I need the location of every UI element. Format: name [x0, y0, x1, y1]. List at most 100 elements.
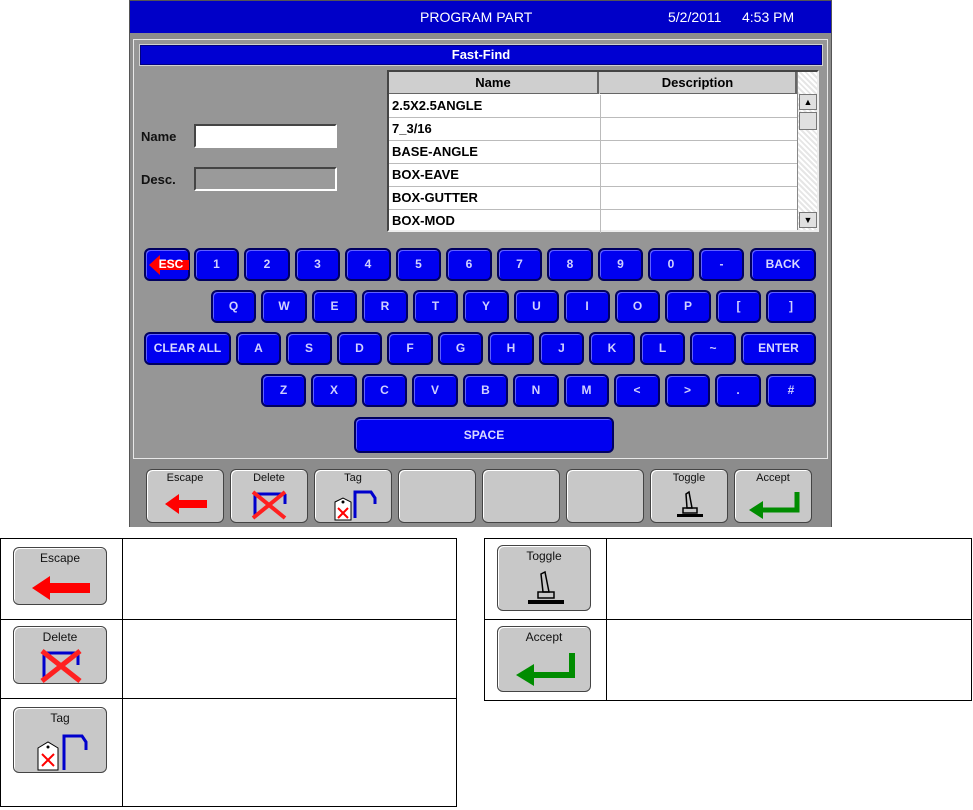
table-row[interactable]: 2.5X2.5ANGLE	[389, 95, 797, 118]
key-b[interactable]: B	[463, 374, 508, 407]
key-v[interactable]: V	[412, 374, 458, 407]
key-r[interactable]: R	[362, 290, 408, 323]
enter-key[interactable]: ENTER	[741, 332, 816, 365]
key-left-bracket[interactable]: [	[716, 290, 761, 323]
key-x[interactable]: X	[311, 374, 357, 407]
toggle-lever-icon	[528, 570, 564, 604]
key-s[interactable]: S	[286, 332, 332, 365]
key-9[interactable]: 9	[598, 248, 643, 281]
key-j[interactable]: J	[539, 332, 584, 365]
program-part-screen: PROGRAM PART 5/2/2011 4:53 PM Fast-Find …	[129, 0, 832, 527]
key-l[interactable]: L	[640, 332, 685, 365]
key-3[interactable]: 3	[295, 248, 340, 281]
table-row[interactable]: BOX-EAVE	[389, 164, 797, 187]
legend-tag-button: Tag	[13, 707, 107, 773]
legend-desc-cell-toggle	[606, 538, 972, 620]
key-e[interactable]: E	[312, 290, 357, 323]
clear-all-key[interactable]: CLEAR ALL	[144, 332, 231, 365]
key-minus[interactable]: -	[699, 248, 744, 281]
key-hash[interactable]: #	[766, 374, 816, 407]
legend-delete-button: Delete	[13, 626, 107, 684]
key-z[interactable]: Z	[261, 374, 306, 407]
legend-accept-label: Accept	[525, 630, 563, 644]
cell-name: 2.5X2.5ANGLE	[392, 98, 483, 113]
key-n[interactable]: N	[513, 374, 559, 407]
name-input[interactable]	[194, 124, 337, 148]
toggle-button[interactable]: Toggle	[650, 469, 728, 523]
key-1[interactable]: 1	[194, 248, 239, 281]
enter-arrow-icon	[749, 492, 800, 519]
key-greater-than[interactable]: >	[665, 374, 710, 407]
key-h[interactable]: H	[488, 332, 534, 365]
key-p[interactable]: P	[665, 290, 711, 323]
esc-key[interactable]: ESC	[144, 248, 190, 281]
key-w[interactable]: W	[261, 290, 307, 323]
fast-find-title: Fast-Find	[139, 44, 823, 66]
key-tilde[interactable]: ~	[690, 332, 736, 365]
key-0[interactable]: 0	[648, 248, 694, 281]
scroll-down-button[interactable]: ▼	[799, 212, 817, 228]
space-key[interactable]: SPACE	[354, 417, 614, 453]
tag-icon	[37, 734, 88, 771]
table-row[interactable]: BOX-MOD	[389, 210, 797, 233]
desc-field[interactable]	[194, 167, 337, 191]
scroll-thumb[interactable]	[799, 112, 817, 130]
key-less-than[interactable]: <	[614, 374, 660, 407]
key-2[interactable]: 2	[244, 248, 290, 281]
key-i[interactable]: I	[564, 290, 610, 323]
key-u[interactable]: U	[514, 290, 559, 323]
key-8[interactable]: 8	[547, 248, 593, 281]
table-row[interactable]: 7_3/16	[389, 118, 797, 141]
escape-button[interactable]: Escape	[146, 469, 224, 523]
table-row[interactable]: BASE-ANGLE	[389, 141, 797, 164]
key-g[interactable]: G	[438, 332, 483, 365]
key-t[interactable]: T	[413, 290, 458, 323]
key-right-bracket[interactable]: ]	[766, 290, 816, 323]
key-7[interactable]: 7	[497, 248, 542, 281]
legend-desc-cell-tag	[122, 698, 457, 807]
enter-arrow-icon	[516, 653, 575, 686]
legend-desc-cell-delete	[122, 619, 457, 699]
delete-button[interactable]: Delete	[230, 469, 308, 523]
table-header: Name Description	[389, 72, 797, 94]
cell-name: BOX-EAVE	[392, 167, 459, 182]
cell-divider	[600, 118, 601, 141]
key-4[interactable]: 4	[345, 248, 391, 281]
column-header-description[interactable]: Description	[600, 72, 797, 94]
key-o[interactable]: O	[615, 290, 660, 323]
key-a[interactable]: A	[236, 332, 281, 365]
key-m[interactable]: M	[564, 374, 609, 407]
key-d[interactable]: D	[337, 332, 382, 365]
key-5[interactable]: 5	[396, 248, 441, 281]
cell-name: BASE-ANGLE	[392, 144, 478, 159]
tag-button[interactable]: Tag	[314, 469, 392, 523]
key-q[interactable]: Q	[211, 290, 256, 323]
legend-icon-cell-escape: Escape	[0, 538, 123, 620]
key-y[interactable]: Y	[463, 290, 509, 323]
table-scrollbar[interactable]: ▲ ▼	[797, 72, 817, 230]
left-arrow-icon	[165, 494, 207, 514]
key-period[interactable]: .	[715, 374, 761, 407]
legend-desc-cell-accept	[606, 619, 972, 701]
accept-button-label: Accept	[756, 472, 790, 484]
legend-icon-cell-tag: Tag	[0, 698, 123, 807]
empty-function-button-1[interactable]	[398, 469, 476, 523]
key-6[interactable]: 6	[446, 248, 492, 281]
cell-name: 7_3/16	[392, 121, 432, 136]
fast-find-panel: Fast-Find Name Desc. Name Description 2.…	[133, 39, 828, 459]
key-k[interactable]: K	[589, 332, 635, 365]
scroll-up-button[interactable]: ▲	[799, 94, 817, 110]
column-header-name[interactable]: Name	[389, 72, 599, 94]
legend-escape-button: Escape	[13, 547, 107, 605]
delete-x-icon	[40, 649, 82, 683]
escape-button-label: Escape	[166, 472, 204, 484]
empty-function-button-3[interactable]	[566, 469, 644, 523]
table-row[interactable]: BOX-GUTTER	[389, 187, 797, 210]
cell-divider	[600, 187, 601, 210]
empty-function-button-2[interactable]	[482, 469, 560, 523]
key-f[interactable]: F	[387, 332, 433, 365]
back-key[interactable]: BACK	[750, 248, 816, 281]
bottom-toolbar: Escape Delete Tag Toggle Accept	[130, 459, 831, 527]
key-c[interactable]: C	[362, 374, 407, 407]
accept-button[interactable]: Accept	[734, 469, 812, 523]
